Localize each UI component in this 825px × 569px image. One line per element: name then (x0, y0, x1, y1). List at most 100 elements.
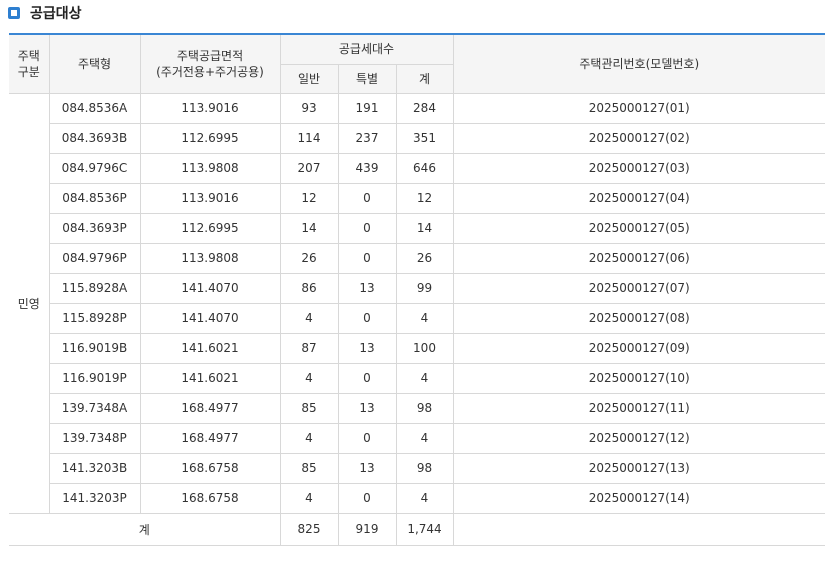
cell-general: 4 (279, 482, 339, 514)
cell-type: 141.3203B (49, 452, 141, 484)
cell-area: 168.4977 (139, 392, 281, 424)
cell-type: 084.3693P (49, 212, 141, 244)
cell-mgmt-no: 2025000127(14) (452, 482, 825, 514)
supply-table: 주택 구분 주택형 주택공급면적 (주거전용+주거공용) 공급세대수 주택관리번… (9, 33, 825, 546)
cell-total: 99 (395, 272, 454, 304)
cell-general: 86 (279, 272, 339, 304)
cell-special: 13 (337, 272, 397, 304)
square-bullet-icon (8, 7, 20, 19)
cell-special: 13 (337, 452, 397, 484)
cell-special: 13 (337, 332, 397, 364)
cell-type: 141.3203P (49, 482, 141, 514)
cell-general: 114 (279, 122, 339, 154)
cell-area: 113.9016 (139, 182, 281, 214)
cell-total: 98 (395, 452, 454, 484)
cell-area: 141.6021 (139, 362, 281, 394)
cell-general: 85 (279, 392, 339, 424)
cell-area: 141.4070 (139, 302, 281, 334)
cell-special: 439 (337, 152, 397, 184)
header-households: 공급세대수 (279, 33, 454, 65)
table-row: 116.9019P 141.6021 4 0 4 2025000127(10) (9, 362, 825, 394)
header-mgmt-no: 주택관리번호(모델번호) (452, 33, 825, 94)
cell-total: 100 (395, 332, 454, 364)
cell-type: 084.3693B (49, 122, 141, 154)
cell-mgmt-no: 2025000127(03) (452, 152, 825, 184)
cell-area: 112.6995 (139, 212, 281, 244)
cell-mgmt-no: 2025000127(10) (452, 362, 825, 394)
cell-total: 14 (395, 212, 454, 244)
cell-type: 115.8928A (49, 272, 141, 304)
cell-mgmt-no: 2025000127(07) (452, 272, 825, 304)
cell-type: 139.7348A (49, 392, 141, 424)
section-title: 공급대상 (30, 6, 82, 22)
cell-special: 0 (337, 212, 397, 244)
cell-special: 0 (337, 182, 397, 214)
cell-special: 13 (337, 392, 397, 424)
cell-total: 26 (395, 242, 454, 274)
header-type: 주택형 (48, 33, 141, 94)
cell-mgmt-no: 2025000127(11) (452, 392, 825, 424)
total-special: 919 (337, 512, 397, 546)
cell-area: 168.6758 (139, 482, 281, 514)
header-area: 주택공급면적 (주거전용+주거공용) (139, 33, 281, 94)
category-cell: 민영 (9, 92, 50, 514)
cell-total: 351 (395, 122, 454, 154)
cell-total: 646 (395, 152, 454, 184)
cell-general: 14 (279, 212, 339, 244)
cell-mgmt-no: 2025000127(09) (452, 332, 825, 364)
cell-general: 26 (279, 242, 339, 274)
total-row: 계 825 919 1,744 (9, 512, 825, 546)
table-row: 084.3693B 112.6995 114 237 351 2025000127(02) (9, 122, 825, 154)
header-total: 계 (395, 63, 453, 94)
total-sum: 1,744 (395, 512, 454, 546)
cell-type: 084.9796P (49, 242, 141, 274)
cell-area: 168.4977 (139, 422, 281, 454)
table-row: 115.8928P 141.4070 4 0 4 2025000127(08) (9, 302, 825, 334)
cell-area: 168.6758 (139, 452, 281, 484)
table-row: 141.3203B 168.6758 85 13 98 2025000127(13) (9, 452, 825, 484)
cell-type: 084.9796C (49, 152, 141, 184)
cell-type: 084.8536A (48, 92, 141, 124)
cell-general: 4 (279, 422, 339, 454)
cell-general: 93 (279, 92, 339, 124)
table-row: 084.9796P 113.9808 26 0 26 2025000127(06) (9, 242, 825, 274)
cell-general: 87 (279, 332, 339, 364)
cell-mgmt-no: 2025000127(06) (452, 242, 825, 274)
cell-total: 4 (395, 362, 454, 394)
cell-mgmt-no: 2025000127(13) (452, 452, 825, 484)
header-special: 특별 (337, 63, 397, 94)
cell-total: 98 (395, 392, 454, 424)
cell-total: 4 (395, 302, 454, 334)
cell-special: 0 (337, 302, 397, 334)
table-body: 민영 084.8536A 113.9016 93 191 284 2025000127(01… (9, 92, 825, 514)
cell-area: 113.9808 (139, 242, 281, 274)
cell-type: 139.7348P (49, 422, 141, 454)
section-header: 공급대상 (8, 2, 82, 24)
cell-area: 141.4070 (139, 272, 281, 304)
cell-area: 112.6995 (139, 122, 281, 154)
cell-general: 4 (279, 302, 339, 334)
cell-mgmt-no: 2025000127(04) (452, 182, 825, 214)
total-label: 계 (9, 512, 281, 546)
cell-general: 85 (279, 452, 339, 484)
table-row: 139.7348A 168.4977 85 13 98 2025000127(11) (9, 392, 825, 424)
table-row: 116.9019B 141.6021 87 13 100 2025000127(09) (9, 332, 825, 364)
total-general: 825 (279, 512, 339, 546)
cell-special: 0 (337, 242, 397, 274)
cell-area: 113.9808 (139, 152, 281, 184)
cell-type: 116.9019B (49, 332, 141, 364)
cell-type: 084.8536P (49, 182, 141, 214)
cell-area: 141.6021 (139, 332, 281, 364)
table-row: 084.3693P 112.6995 14 0 14 2025000127(05) (9, 212, 825, 244)
cell-general: 4 (279, 362, 339, 394)
cell-mgmt-no: 2025000127(01) (452, 92, 825, 124)
cell-special: 0 (337, 422, 397, 454)
table-row: 139.7348P 168.4977 4 0 4 2025000127(12) (9, 422, 825, 454)
table-row: 084.8536P 113.9016 12 0 12 2025000127(04) (9, 182, 825, 214)
table-row: 084.9796C 113.9808 207 439 646 2025000127(03) (9, 152, 825, 184)
cell-general: 207 (279, 152, 339, 184)
cell-total: 4 (395, 482, 454, 514)
cell-special: 0 (337, 482, 397, 514)
cell-area: 113.9016 (139, 92, 281, 124)
cell-total: 12 (395, 182, 454, 214)
